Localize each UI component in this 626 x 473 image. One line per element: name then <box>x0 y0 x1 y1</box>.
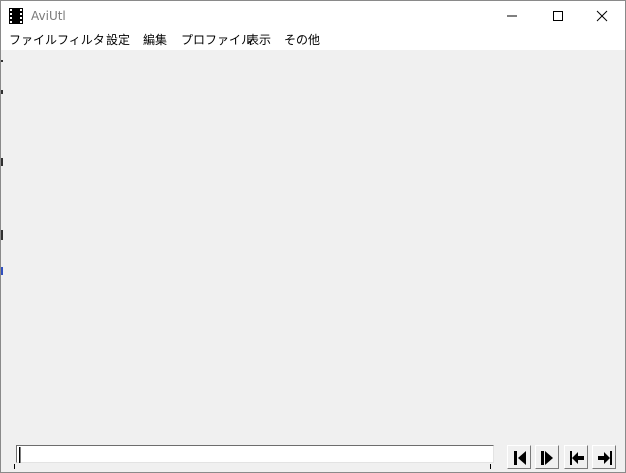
seek-bar[interactable] <box>16 445 494 463</box>
film-strip-icon[interactable] <box>9 8 23 24</box>
edge-artifact <box>1 90 3 94</box>
window-title: AviUtl <box>31 9 66 23</box>
close-icon <box>596 10 608 22</box>
seek-tick-end <box>490 464 491 469</box>
minimize-icon <box>507 15 517 17</box>
next-frame-button[interactable] <box>535 445 559 469</box>
menu-filter[interactable]: フィルタ <box>57 31 105 50</box>
previous-frame-icon <box>514 451 526 465</box>
edge-artifact <box>1 60 3 62</box>
edge-artifact <box>1 267 3 275</box>
minimize-button[interactable] <box>489 1 535 31</box>
last-frame-icon <box>598 451 612 465</box>
close-button[interactable] <box>579 1 625 31</box>
menu-edit[interactable]: 編集 <box>143 31 167 50</box>
menu-profile[interactable]: プロファイル <box>181 31 253 50</box>
previous-frame-button[interactable] <box>507 445 531 469</box>
video-display-area[interactable] <box>1 50 625 472</box>
menu-file[interactable]: ファイル <box>9 31 57 50</box>
menu-other[interactable]: その他 <box>284 31 320 50</box>
maximize-button[interactable] <box>535 1 581 31</box>
maximize-icon <box>553 11 563 21</box>
title-bar[interactable]: AviUtl <box>1 1 625 31</box>
menu-view[interactable]: 表示 <box>247 31 271 50</box>
edge-artifact <box>1 158 3 166</box>
menu-settings[interactable]: 設定 <box>106 31 130 50</box>
seek-tick-start <box>14 464 15 469</box>
seek-thumb[interactable] <box>19 447 21 463</box>
last-frame-button[interactable] <box>592 445 616 469</box>
aviutl-window: AviUtl ファイル フィルタ 設定 編集 プロファイル 表示 その他 <box>0 0 626 473</box>
menu-bar: ファイル フィルタ 設定 編集 プロファイル 表示 その他 <box>1 31 625 50</box>
first-frame-icon <box>570 451 584 465</box>
next-frame-icon <box>541 451 553 465</box>
first-frame-button[interactable] <box>564 445 588 469</box>
edge-artifact <box>1 230 3 240</box>
